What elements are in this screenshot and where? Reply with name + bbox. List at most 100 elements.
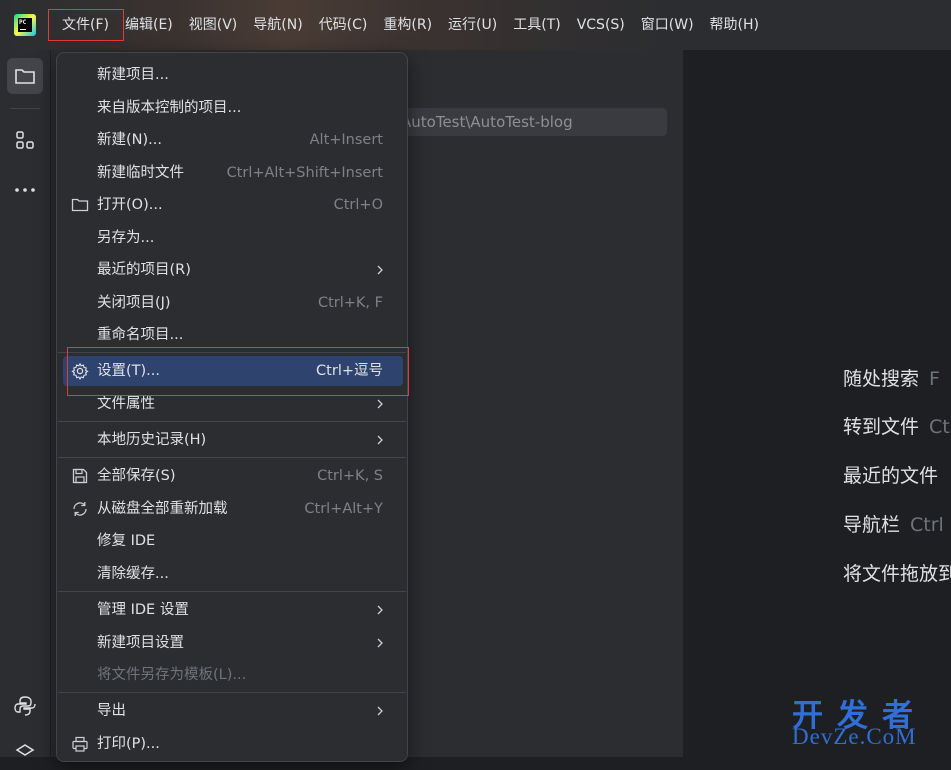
menu-item-local-history[interactable]: 本地历史记录(H) xyxy=(63,425,403,455)
menu-item-rename-project[interactable]: 重命名项目... xyxy=(63,320,403,350)
menu-item-label: 最近的项目(R) xyxy=(97,262,191,278)
menu-item-file-properties[interactable]: 文件属性 xyxy=(63,389,403,419)
menu-separator xyxy=(58,421,406,422)
menu-item-new-project-setup[interactable]: 新建项目设置 xyxy=(63,628,403,658)
menu-item-label: 打印(P)... xyxy=(97,736,160,752)
logo-text: PC xyxy=(19,19,27,26)
watermark: 开发者 DevZe.CoM xyxy=(792,690,947,752)
menu-item-save-as-template: 将文件另存为模板(L)... xyxy=(63,660,403,690)
print-icon xyxy=(72,736,88,752)
hint-search-everywhere: 随处搜索 F xyxy=(843,364,940,391)
project-tool-button[interactable] xyxy=(7,58,43,94)
project-path-text: AutoTest\AutoTest-blog xyxy=(401,113,573,131)
menu-item-new[interactable]: 新建(N)... Alt+Insert xyxy=(63,125,403,155)
menu-item-label: 本地历史记录(H) xyxy=(97,432,207,448)
menu-item-label: 设置(T)... xyxy=(97,363,160,379)
menu-help[interactable]: 帮助(H) xyxy=(702,0,767,50)
python-console-button[interactable] xyxy=(7,688,43,724)
hint-goto-file: 转到文件 Ct xyxy=(843,412,950,439)
menu-file[interactable]: 文件(F) xyxy=(48,0,124,50)
title-bar: PC 文件(F) 编辑(E) 视图(V) 导航(N) 代码(C) 重构(R) 运… xyxy=(0,0,951,50)
menu-vcs[interactable]: VCS(S) xyxy=(569,0,633,50)
menu-item-shortcut: Ctrl+O xyxy=(333,197,383,213)
chevron-right-icon xyxy=(377,265,383,275)
menu-separator xyxy=(58,352,406,353)
menu-item-recent-projects[interactable]: 最近的项目(R) xyxy=(63,255,403,285)
menu-item-label: 文件属性 xyxy=(97,396,155,412)
menu-tools[interactable]: 工具(T) xyxy=(505,0,568,50)
menu-item-open[interactable]: 打开(O)... Ctrl+O xyxy=(63,190,403,220)
menu-item-label: 打开(O)... xyxy=(97,197,163,213)
layers-tool-button[interactable] xyxy=(7,734,43,770)
hint-label: 最近的文件 xyxy=(843,465,939,487)
menu-item-shortcut: Ctrl+K, S xyxy=(317,468,383,484)
hint-label: 转到文件 xyxy=(843,416,920,438)
menu-item-project-from-vcs[interactable]: 来自版本控制的项目... xyxy=(63,93,403,123)
hint-label: 随处搜索 xyxy=(843,368,920,390)
hint-key: F xyxy=(929,368,940,390)
chevron-right-icon xyxy=(377,605,383,615)
menu-item-label: 新建临时文件 xyxy=(97,165,184,181)
menu-item-close-project[interactable]: 关闭项目(J) Ctrl+K, F xyxy=(63,288,403,318)
menu-separator xyxy=(58,457,406,458)
folder-icon xyxy=(15,69,35,84)
editor-empty-area xyxy=(684,50,951,757)
menu-window[interactable]: 窗口(W) xyxy=(633,0,702,50)
chevron-right-icon xyxy=(377,399,383,409)
menu-item-export[interactable]: 导出 xyxy=(63,696,403,726)
menu-item-label: 全部保存(S) xyxy=(97,468,176,484)
menu-item-label: 重命名项目... xyxy=(97,327,184,343)
folder-icon xyxy=(71,198,89,212)
menu-item-label: 新建项目... xyxy=(97,67,169,83)
tool-window-stripe xyxy=(0,50,51,757)
pycharm-logo-icon[interactable]: PC xyxy=(14,14,36,36)
menu-item-shortcut: Ctrl+Alt+Shift+Insert xyxy=(226,165,383,181)
hint-recent-files: 最近的文件 xyxy=(843,461,948,488)
menu-separator xyxy=(58,692,406,693)
menu-item-save-as[interactable]: 另存为... xyxy=(63,223,403,253)
menu-item-label: 从磁盘全部重新加载 xyxy=(97,501,228,517)
hint-key: Ctrl xyxy=(910,514,944,536)
menu-item-shortcut: Ctrl+Alt+Y xyxy=(304,501,383,517)
structure-icon xyxy=(16,131,34,149)
menu-refactor[interactable]: 重构(R) xyxy=(375,0,440,50)
stripe-separator xyxy=(10,108,40,109)
menu-item-save-all[interactable]: 全部保存(S) Ctrl+K, S xyxy=(63,461,403,491)
python-icon xyxy=(14,696,36,716)
menu-navigate[interactable]: 导航(N) xyxy=(245,0,310,50)
menu-separator xyxy=(58,591,406,592)
menu-run[interactable]: 运行(U) xyxy=(440,0,505,50)
menu-item-label: 清除缓存... xyxy=(97,566,169,582)
menu-item-new-scratch-file[interactable]: 新建临时文件 Ctrl+Alt+Shift+Insert xyxy=(63,158,403,188)
chevron-right-icon xyxy=(377,435,383,445)
more-icon xyxy=(15,188,35,192)
structure-tool-button[interactable] xyxy=(7,122,43,158)
hint-drop-files: 将文件拖放到 xyxy=(843,559,951,586)
menu-code[interactable]: 代码(C) xyxy=(311,0,376,50)
save-icon xyxy=(72,468,88,484)
more-tools-button[interactable] xyxy=(7,172,43,208)
menu-edit[interactable]: 编辑(E) xyxy=(117,0,181,50)
menu-item-label: 关闭项目(J) xyxy=(97,295,171,311)
hint-label: 导航栏 xyxy=(843,514,901,536)
menu-item-invalidate-caches[interactable]: 清除缓存... xyxy=(63,559,403,589)
chevron-right-icon xyxy=(377,706,383,716)
menu-item-new-project[interactable]: 新建项目... xyxy=(63,60,403,90)
menu-item-manage-ide-settings[interactable]: 管理 IDE 设置 xyxy=(63,595,403,625)
menu-item-repair-ide[interactable]: 修复 IDE xyxy=(63,526,403,556)
menu-item-settings[interactable]: 设置(T)... Ctrl+逗号 xyxy=(63,356,403,386)
menu-item-label: 导出 xyxy=(97,703,126,719)
project-path-field[interactable]: AutoTest\AutoTest-blog xyxy=(395,108,667,136)
menu-item-reload-all[interactable]: 从磁盘全部重新加载 Ctrl+Alt+Y xyxy=(63,494,403,524)
menu-item-label: 将文件另存为模板(L)... xyxy=(97,667,247,683)
menu-item-label: 来自版本控制的项目... xyxy=(97,100,242,116)
menu-view[interactable]: 视图(V) xyxy=(181,0,246,50)
menu-item-shortcut: Ctrl+逗号 xyxy=(316,363,383,379)
reload-icon xyxy=(73,502,87,516)
menu-item-print[interactable]: 打印(P)... xyxy=(63,729,403,759)
hint-key: Ct xyxy=(929,416,950,438)
file-menu-dropdown: 新建项目... 来自版本控制的项目... 新建(N)... Alt+Insert… xyxy=(56,52,408,762)
menu-item-label: 新建项目设置 xyxy=(97,635,184,651)
menu-item-shortcut: Alt+Insert xyxy=(309,132,383,148)
menu-item-shortcut: Ctrl+K, F xyxy=(317,295,383,311)
